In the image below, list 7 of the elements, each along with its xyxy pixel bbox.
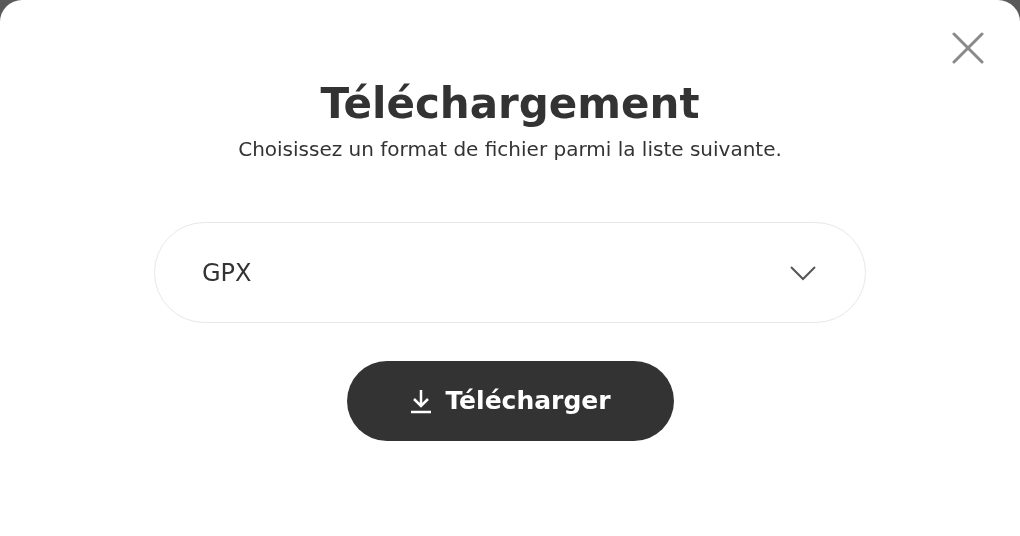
chevron-down-icon [789,264,817,281]
close-icon [952,32,984,64]
download-button[interactable]: Télécharger [346,361,674,441]
dialog-subtitle: Choisissez un format de fichier parmi la liste suivante. [238,136,782,163]
close-button[interactable] [950,30,986,66]
dialog-title: Téléchargement [320,78,700,130]
download-icon [409,388,434,414]
